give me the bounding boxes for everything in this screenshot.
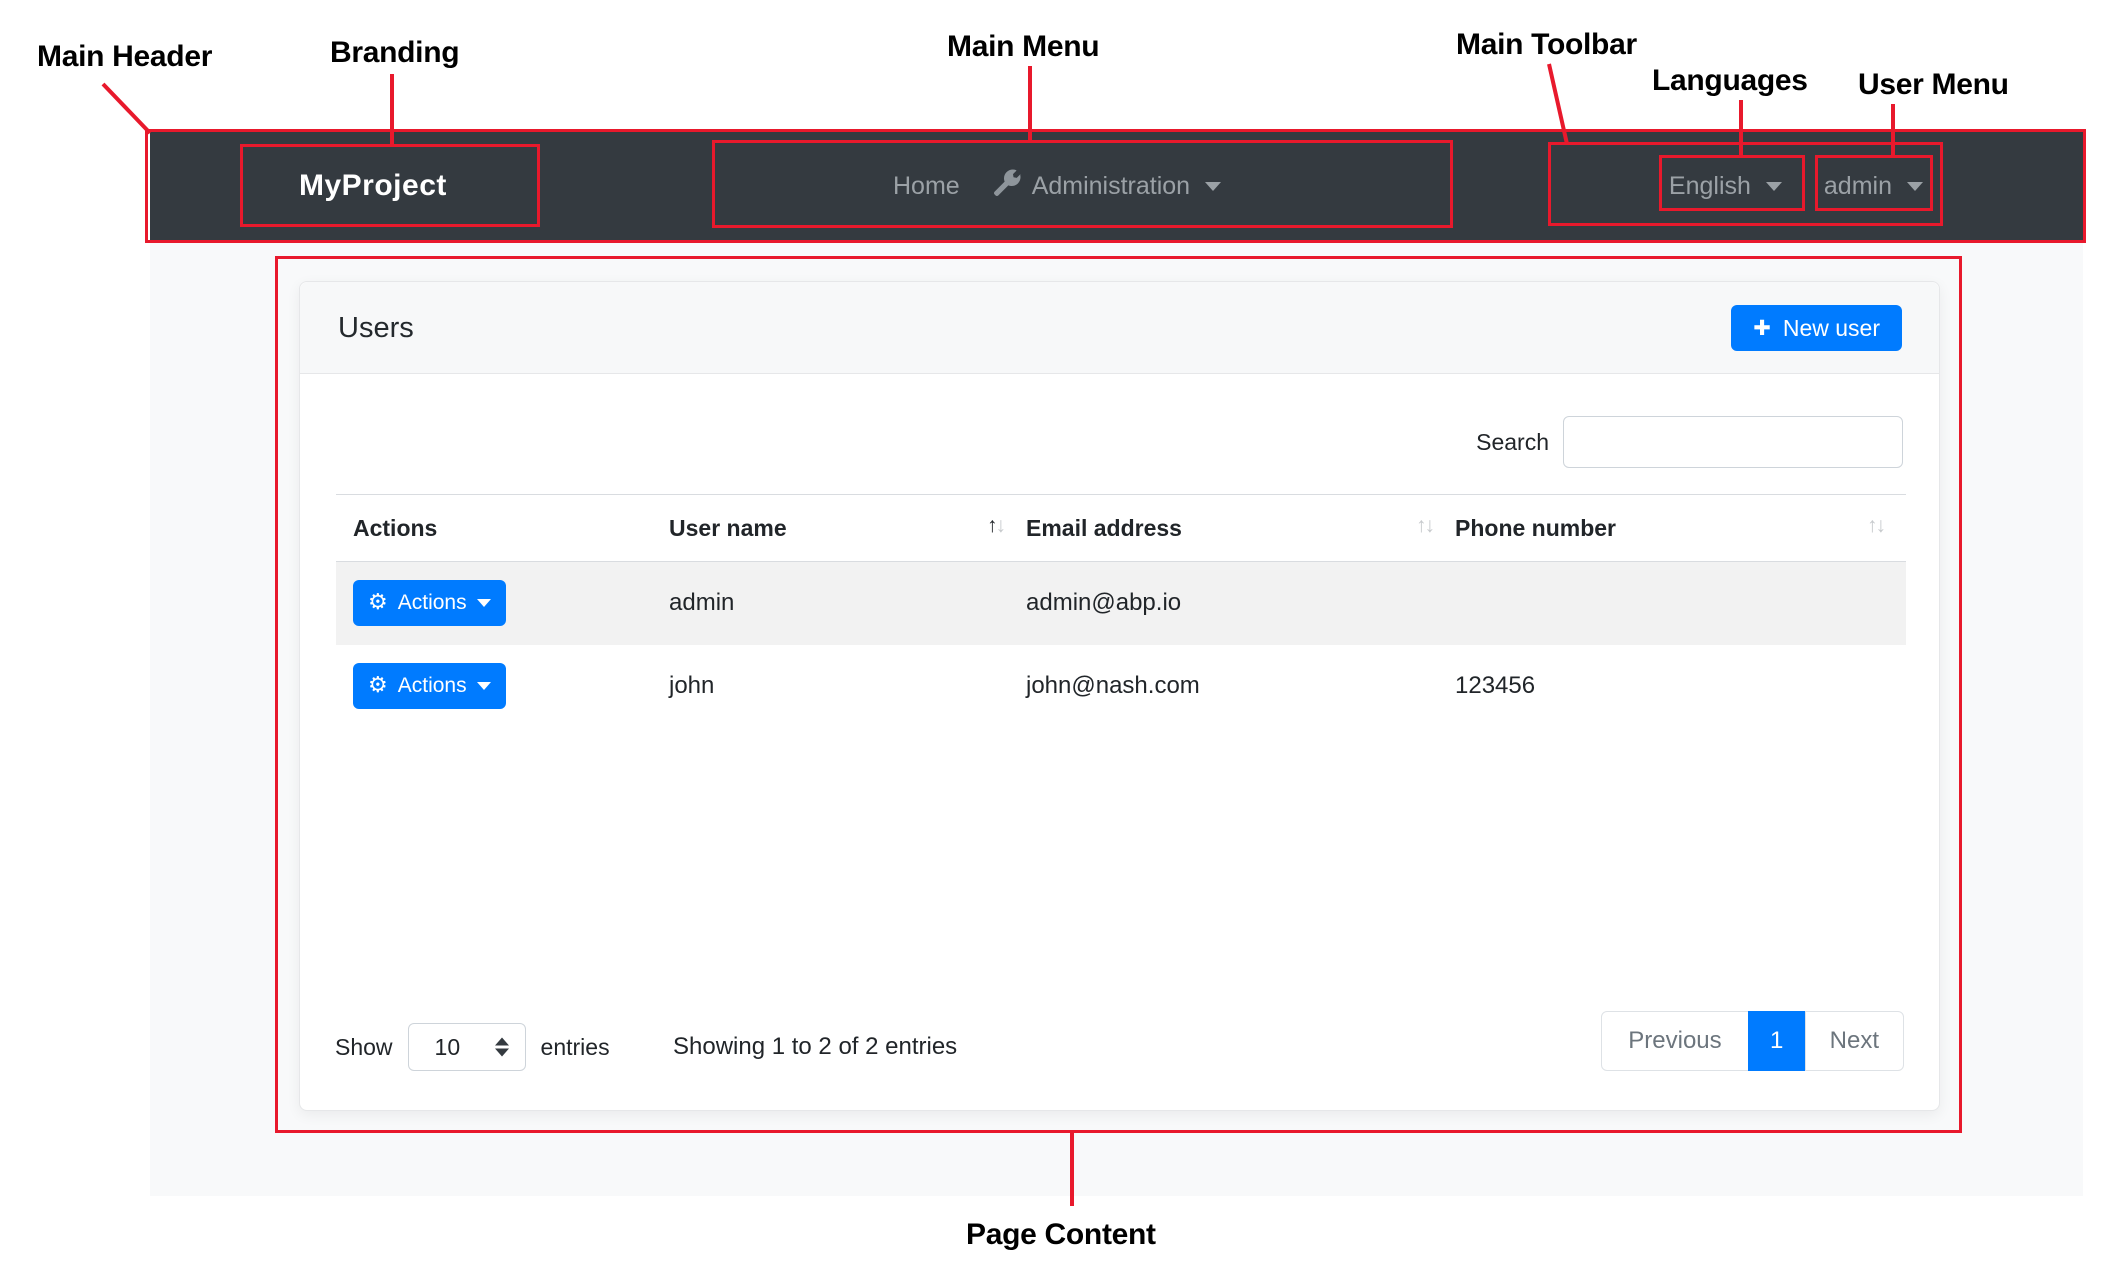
gear-icon: ⚙ <box>368 675 388 697</box>
wrench-icon <box>994 169 1021 203</box>
sort-icon: ↑↓ <box>987 514 1004 538</box>
column-header-phone[interactable]: Phone number ↑↓ <box>1455 495 1906 562</box>
menu-administration-label: Administration <box>1032 172 1190 201</box>
entries-label: entries <box>541 1034 610 1061</box>
cell-email: admin@abp.io <box>1026 562 1455 645</box>
page-content-card: Users ✚ New user Search Actions User nam… <box>299 281 1940 1111</box>
new-user-button[interactable]: ✚ New user <box>1731 305 1902 351</box>
users-table: Actions User name ↑↓ Email address ↑↓ Ph… <box>336 494 1906 728</box>
cell-email: john@nash.com <box>1026 645 1455 728</box>
table-header-row: Actions User name ↑↓ Email address ↑↓ Ph… <box>336 495 1906 562</box>
column-header-actions: Actions <box>336 495 669 562</box>
main-menu: Home Administration <box>893 132 1221 240</box>
cell-phone <box>1455 562 1906 645</box>
page-size-select[interactable]: 10 <box>408 1023 526 1071</box>
annotation-label-main-menu: Main Menu <box>947 30 1099 64</box>
annotation-label-languages: Languages <box>1652 64 1808 98</box>
select-spinner-icon <box>495 1038 509 1057</box>
cell-user-name: admin <box>669 562 1026 645</box>
table-info: Showing 1 to 2 of 2 entries <box>673 1023 957 1071</box>
annotation-label-user-menu: User Menu <box>1858 68 2009 102</box>
show-label: Show <box>335 1034 393 1061</box>
annotation-label-main-header: Main Header <box>37 40 212 74</box>
annotated-screenshot: MyProject Home Administration English ad… <box>0 0 2128 1272</box>
cell-phone: 123456 <box>1455 645 1906 728</box>
search-area: Search <box>1476 416 1903 468</box>
annotation-label-branding: Branding <box>330 36 459 70</box>
chevron-down-icon <box>1205 182 1221 191</box>
page-size-value: 10 <box>409 1034 461 1061</box>
chevron-down-icon <box>1907 182 1923 191</box>
sort-icon: ↑↓ <box>1416 514 1433 538</box>
sort-icon: ↑↓ <box>1867 514 1884 538</box>
search-label: Search <box>1476 429 1549 456</box>
main-toolbar: English admin <box>1669 132 1923 240</box>
gear-icon: ⚙ <box>368 592 388 614</box>
language-label: English <box>1669 172 1751 201</box>
card-header: Users ✚ New user <box>300 282 1939 374</box>
language-dropdown[interactable]: English <box>1669 172 1782 201</box>
column-header-email[interactable]: Email address ↑↓ <box>1026 495 1455 562</box>
table-row: ⚙ Actions admin admin@abp.io <box>336 562 1906 645</box>
annotation-label-page-content: Page Content <box>966 1218 1156 1252</box>
column-header-user-name[interactable]: User name ↑↓ <box>669 495 1026 562</box>
table-row: ⚙ Actions john john@nash.com 123456 <box>336 645 1906 728</box>
pagination: Previous 1 Next <box>1601 1011 1904 1071</box>
row-actions-button[interactable]: ⚙ Actions <box>353 580 506 626</box>
pagination-page-1[interactable]: 1 <box>1748 1011 1806 1071</box>
search-input[interactable] <box>1563 416 1903 468</box>
plus-icon: ✚ <box>1753 318 1771 339</box>
menu-item-home[interactable]: Home <box>893 172 960 201</box>
branding-logo[interactable]: MyProject <box>299 132 447 240</box>
annotation-label-main-toolbar: Main Toolbar <box>1456 28 1637 62</box>
chevron-down-icon <box>1766 182 1782 191</box>
menu-home-label: Home <box>893 172 960 201</box>
row-actions-button[interactable]: ⚙ Actions <box>353 663 506 709</box>
menu-item-administration[interactable]: Administration <box>994 169 1221 203</box>
pagination-next[interactable]: Next <box>1805 1011 1904 1071</box>
page-title: Users <box>338 282 414 374</box>
page-size-control: Show 10 entries <box>335 1023 610 1071</box>
pagination-previous[interactable]: Previous <box>1601 1011 1748 1071</box>
cell-user-name: john <box>669 645 1026 728</box>
new-user-button-label: New user <box>1783 315 1880 342</box>
user-menu-dropdown[interactable]: admin <box>1824 172 1923 201</box>
chevron-down-icon <box>477 599 491 607</box>
main-header: MyProject Home Administration English ad… <box>150 132 2083 240</box>
user-menu-label: admin <box>1824 172 1892 201</box>
chevron-down-icon <box>477 682 491 690</box>
